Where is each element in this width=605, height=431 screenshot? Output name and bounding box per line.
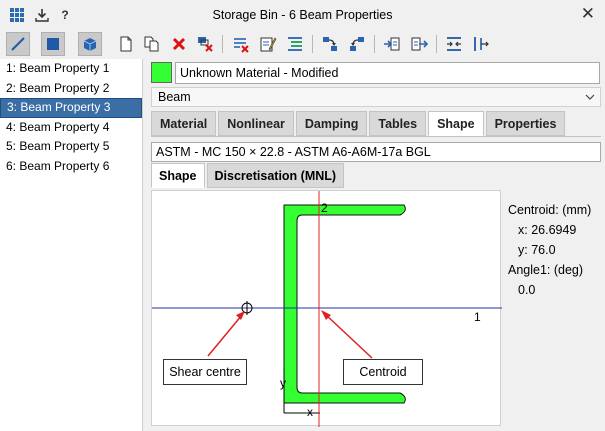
reassign-icon[interactable] bbox=[345, 32, 369, 56]
title-bar: ? Storage Bin - 6 Beam Properties ✕ bbox=[0, 0, 605, 30]
element-type-select[interactable]: Beam bbox=[151, 87, 601, 107]
material-name-field[interactable]: Unknown Material - Modified bbox=[175, 62, 600, 84]
cube-icon[interactable] bbox=[78, 32, 102, 56]
angle-label: Angle1: (deg) bbox=[508, 263, 584, 277]
delete-filter-icon[interactable] bbox=[193, 32, 217, 56]
chevron-down-icon bbox=[585, 88, 595, 113]
shape-canvas[interactable]: 2 1 y x bbox=[151, 190, 502, 427]
fit-vertical-icon[interactable] bbox=[469, 32, 493, 56]
copy-icon[interactable] bbox=[140, 32, 164, 56]
y-label: y bbox=[280, 376, 286, 390]
sub-tabs: Shape Discretisation (MNL) bbox=[151, 163, 346, 188]
assign-icon[interactable] bbox=[318, 32, 342, 56]
centroid-callout: Centroid bbox=[343, 359, 423, 385]
list-item[interactable]: 2: Beam Property 2 bbox=[0, 79, 142, 99]
tab-damping[interactable]: Damping bbox=[295, 111, 368, 136]
list-item[interactable]: 5: Beam Property 5 bbox=[0, 137, 142, 157]
centroid-x-value: x: 26.6949 bbox=[518, 223, 577, 237]
centroid-y-value: y: 76.0 bbox=[518, 243, 556, 257]
edit-icon[interactable] bbox=[256, 32, 280, 56]
export-icon[interactable] bbox=[407, 32, 431, 56]
list-item[interactable]: 4: Beam Property 4 bbox=[0, 118, 142, 138]
subtab-shape[interactable]: Shape bbox=[151, 163, 205, 188]
tab-tables[interactable]: Tables bbox=[369, 111, 427, 136]
tab-divider bbox=[151, 136, 601, 137]
centroid-arrow bbox=[324, 313, 373, 359]
list-item-selected[interactable]: 3: Beam Property 3 bbox=[0, 98, 142, 118]
delete-icon[interactable] bbox=[167, 32, 191, 56]
element-type-value: Beam bbox=[158, 90, 191, 104]
beam-property-list: 1: Beam Property 1 2: Beam Property 2 3:… bbox=[0, 59, 143, 431]
solid-square-icon[interactable] bbox=[41, 32, 65, 56]
list-item[interactable]: 1: Beam Property 1 bbox=[0, 59, 142, 79]
shear-centre-arrow bbox=[207, 314, 243, 357]
centroid-label: Centroid: (mm) bbox=[508, 203, 592, 217]
import-icon[interactable] bbox=[380, 32, 404, 56]
tab-properties[interactable]: Properties bbox=[485, 111, 566, 136]
tab-material[interactable]: Material bbox=[151, 111, 217, 136]
section-drawing: 2 1 y x bbox=[152, 191, 502, 427]
axis-1-label: 1 bbox=[474, 310, 481, 324]
toolbar bbox=[0, 30, 605, 58]
x-label: x bbox=[307, 405, 313, 419]
new-page-icon[interactable] bbox=[114, 32, 138, 56]
main-tabs: Material Nonlinear Damping Tables Shape … bbox=[151, 111, 567, 136]
window-title: Storage Bin - 6 Beam Properties bbox=[212, 8, 393, 22]
clear-list-icon[interactable] bbox=[229, 32, 253, 56]
angle-value: 0.0 bbox=[518, 283, 536, 297]
line-tool-icon[interactable] bbox=[6, 32, 30, 56]
properties-list-icon[interactable] bbox=[283, 32, 307, 56]
close-icon[interactable]: ✕ bbox=[581, 4, 595, 24]
section-name-field[interactable]: ASTM - MC 150 × 22.8 - ASTM A6-A6M-17a B… bbox=[151, 142, 601, 162]
axis-2-label: 2 bbox=[321, 201, 328, 215]
material-color-swatch[interactable] bbox=[151, 62, 172, 83]
shear-centre-callout: Shear centre bbox=[163, 359, 247, 385]
subtab-discretisation[interactable]: Discretisation (MNL) bbox=[206, 163, 345, 188]
tab-shape[interactable]: Shape bbox=[428, 111, 484, 136]
fit-horizontal-icon[interactable] bbox=[442, 32, 466, 56]
section-properties-panel: Centroid: (mm) x: 26.6949 y: 76.0 Angle1… bbox=[508, 200, 603, 300]
list-item[interactable]: 6: Beam Property 6 bbox=[0, 157, 142, 177]
tab-nonlinear[interactable]: Nonlinear bbox=[218, 111, 294, 136]
